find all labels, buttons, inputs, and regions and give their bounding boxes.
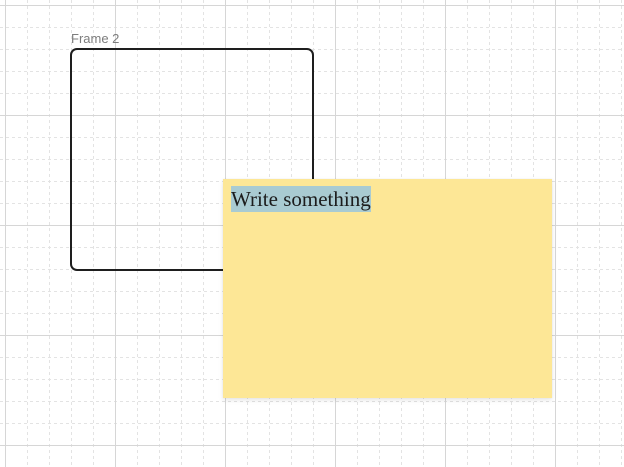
whiteboard-canvas[interactable]: Frame 2 Write something <box>0 0 624 467</box>
sticky-note-text[interactable]: Write something <box>231 186 371 212</box>
frame-title[interactable]: Frame 2 <box>71 31 119 46</box>
sticky-note[interactable]: Write something <box>223 179 552 398</box>
